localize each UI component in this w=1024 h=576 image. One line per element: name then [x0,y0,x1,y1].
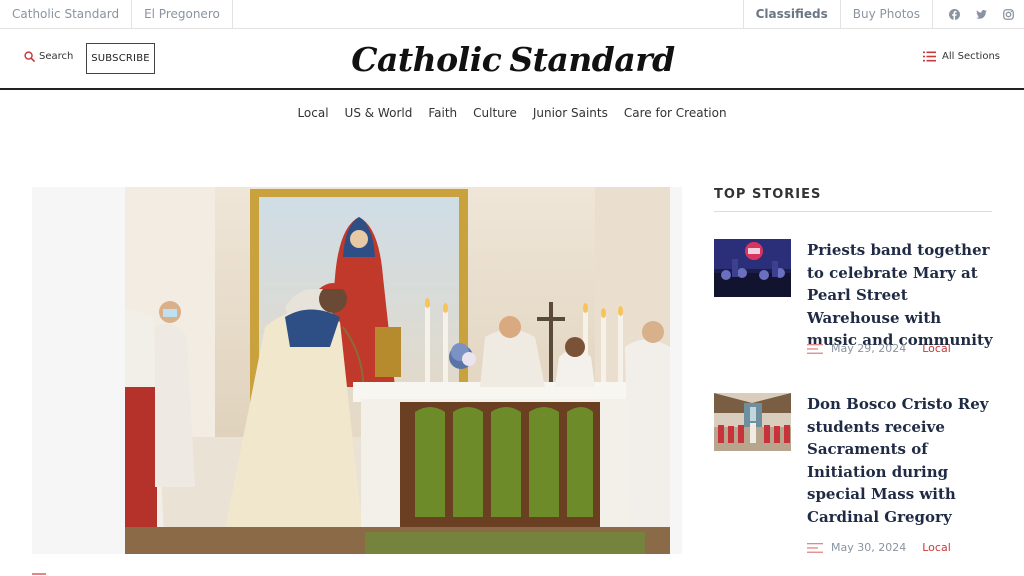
article-lines-icon [32,573,46,575]
buy-photos-link[interactable]: Buy Photos [839,0,932,28]
instagram-icon[interactable] [1003,8,1014,20]
story-date: May 29, 2024 [831,342,907,355]
subscribe-button[interactable]: SUBSCRIBE [86,43,155,74]
story-headline[interactable]: Priests band together to celebrate Mary … [807,239,993,352]
nav-item-junior-saints[interactable]: Junior Saints [533,106,608,124]
nav-item-local[interactable]: Local [297,106,328,124]
search-label: Search [39,51,74,62]
nav-item-us-world[interactable]: US & World [345,106,413,124]
masthead: Search SUBSCRIBE Catholic Standard All S… [0,29,1024,90]
nav-item-care-for-creation[interactable]: Care for Creation [624,106,727,124]
utility-bar: Catholic Standard El Pregonero Classifie… [0,0,1024,29]
site-links: Catholic Standard El Pregonero [0,0,233,28]
article-lines-icon [807,343,823,354]
site-logo[interactable]: Catholic Standard [351,37,675,81]
article-lines-icon [807,542,823,553]
story-item[interactable]: Priests band together to celebrate Mary … [714,239,993,359]
search-icon [24,51,35,62]
story-thumbnail[interactable] [714,239,791,297]
story-meta: May 29, 2024 Local [807,342,951,355]
nav-item-culture[interactable]: Culture [473,106,517,124]
nav-item-faith[interactable]: Faith [428,106,457,124]
story-meta: May 30, 2024 Local [807,541,951,554]
site-link-el-pregonero[interactable]: El Pregonero [132,0,233,28]
utility-right: Classifieds Buy Photos [742,0,1024,28]
story-date: May 30, 2024 [831,541,907,554]
twitter-icon[interactable] [976,9,987,20]
story-category[interactable]: Local [922,541,951,554]
top-stories-heading: TOP STORIES [714,187,992,212]
facebook-icon[interactable] [949,8,960,20]
menu-list-icon [923,51,937,62]
story-item[interactable]: Don Bosco Cristo Rey students receive Sa… [714,393,993,554]
social-links [932,0,1024,28]
logo-word-right: Standard [509,39,675,79]
all-sections-button[interactable]: All Sections [923,51,1000,62]
story-thumbnail[interactable] [714,393,791,451]
story-category[interactable]: Local [922,342,951,355]
search-button[interactable]: Search [24,51,73,62]
main-nav: Local US & World Faith Culture Junior Sa… [0,106,1024,124]
logo-word-left: Catholic [351,39,502,79]
top-stories: TOP STORIES Priests band together to cel… [714,187,993,554]
all-sections-label: All Sections [942,51,1000,62]
hero-image[interactable] [125,187,670,554]
classifieds-link[interactable]: Classifieds [742,0,840,28]
site-link-catholic-standard[interactable]: Catholic Standard [0,0,133,28]
story-headline[interactable]: Don Bosco Cristo Rey students receive Sa… [807,393,993,528]
